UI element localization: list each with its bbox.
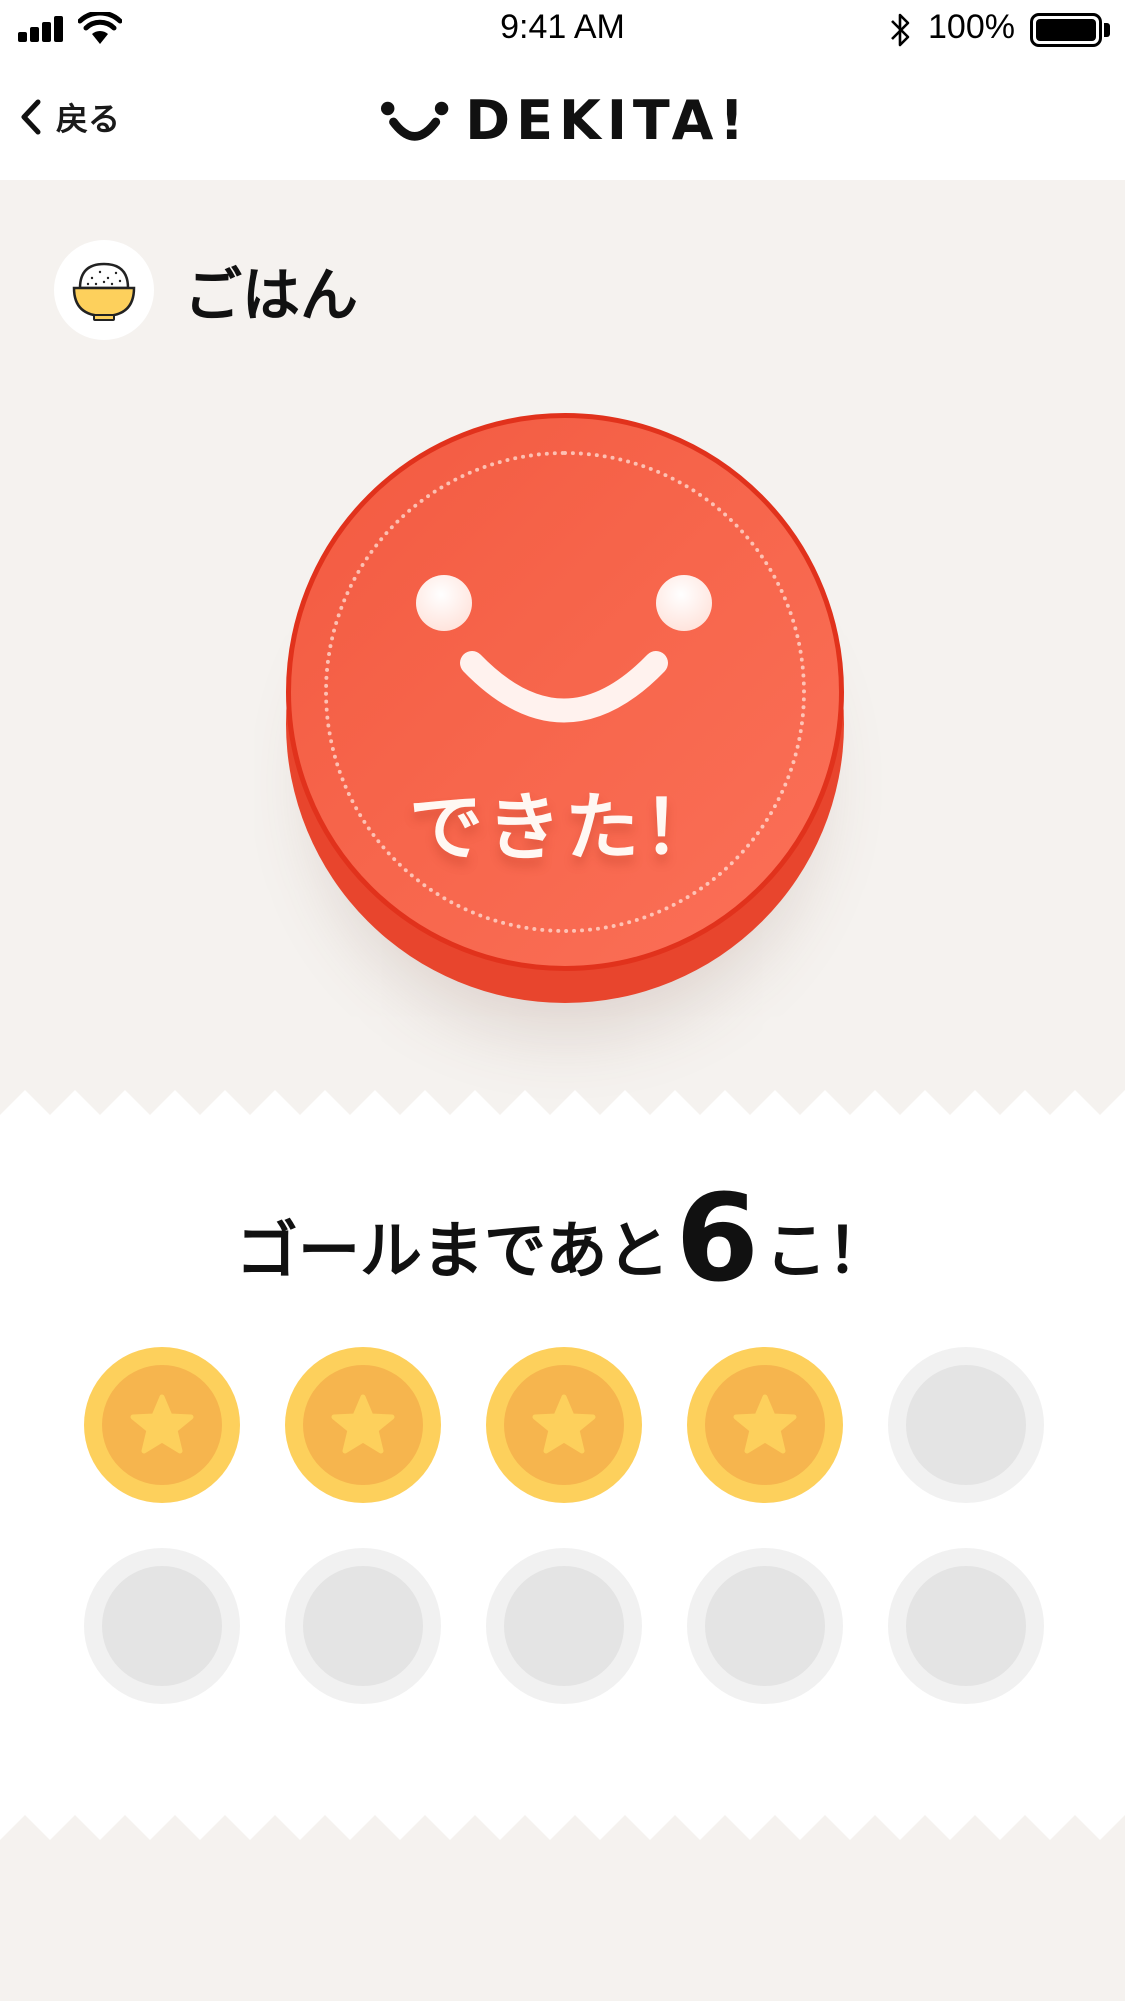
done-button[interactable]: できた！ [286, 413, 844, 1003]
chevron-left-icon [21, 99, 41, 135]
done-button-label: できた！ [409, 785, 721, 871]
back-button[interactable]: 戻る [14, 92, 120, 142]
battery-percent: 100% [928, 8, 1015, 46]
goal-suffix: こ！ [764, 1214, 889, 1287]
back-label: 戻る [56, 100, 121, 138]
goal-message: ゴールまであと6こ！ [0, 1170, 1125, 1309]
logo-text: DEKITA! [465, 88, 750, 152]
smile-face-icon [416, 575, 712, 723]
task-title: ごはん [184, 261, 359, 329]
rice-bowl-icon [54, 240, 154, 340]
nav-bar: 戻る DEKITA! [0, 60, 1125, 180]
app-logo: DEKITA! [380, 85, 750, 155]
task-header: ごはん [54, 240, 358, 340]
battery-cap [1104, 23, 1110, 37]
status-bar: 9:41 AM 100% [0, 0, 1125, 60]
battery-icon [1030, 13, 1102, 47]
goal-prefix: ゴールまであと [236, 1214, 670, 1287]
bluetooth-icon [891, 13, 910, 47]
goal-remaining-count: 6 [675, 1170, 759, 1309]
smile-logo-icon [380, 101, 449, 141]
